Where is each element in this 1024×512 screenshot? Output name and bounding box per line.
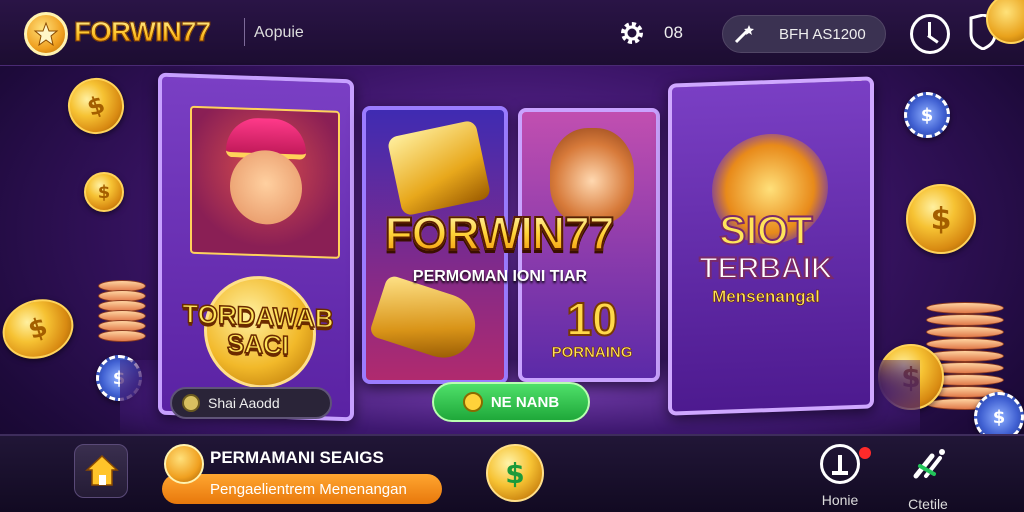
clock-icon[interactable] bbox=[910, 14, 950, 54]
secondary-action-label: Shai Aaodd bbox=[208, 395, 280, 411]
promo-title: PERMAMANI SEAIGS bbox=[210, 448, 384, 467]
hero-subtitle: PERMOMAN IONI TIAR bbox=[412, 268, 588, 285]
secondary-action-button[interactable]: Shai Aaodd bbox=[170, 387, 332, 419]
balance-pill[interactable]: BFH AS1200 bbox=[722, 15, 886, 53]
home-button[interactable] bbox=[74, 444, 128, 498]
card-4-title-line1: SIOT bbox=[718, 209, 813, 253]
bottom-nav: Pengaelientrem Menenangan PERMAMANI SEAI… bbox=[0, 434, 1024, 512]
gold-horn-decoration bbox=[368, 274, 484, 366]
hero-title: FORWIN77 bbox=[374, 206, 624, 260]
card-4-title-line2: TERBAIK bbox=[698, 251, 833, 286]
card-1-title: TORDAWAB SACI bbox=[170, 298, 346, 361]
promo-subtitle: Pengaelientrem Menenangan bbox=[210, 480, 407, 498]
promo-banner-button[interactable]: Pengaelientrem Menenangan bbox=[162, 474, 442, 504]
game-card-1[interactable]: TORDAWAB SACI bbox=[158, 72, 354, 422]
card-3-number: 10 bbox=[565, 292, 618, 346]
settings-count: 08 bbox=[664, 23, 683, 42]
divider bbox=[244, 18, 245, 46]
top-bar: FORWIN77 Aopuie 08 BFH AS1200 bbox=[0, 0, 1024, 66]
home-icon bbox=[85, 454, 119, 486]
magic-wand-icon bbox=[734, 25, 754, 44]
card-1-title-line1: TORDAWAB bbox=[182, 298, 335, 335]
logo-badge-icon[interactable] bbox=[24, 12, 68, 56]
coin-decoration: $ bbox=[906, 184, 976, 254]
brand-logo[interactable]: FORWIN77 bbox=[73, 16, 211, 48]
card-3-label: PORNAING bbox=[551, 344, 633, 362]
profile-icon bbox=[913, 449, 945, 479]
home-nav-icon bbox=[820, 444, 871, 484]
balance-value: BFH AS1200 bbox=[779, 26, 866, 43]
card-4-title-line3: Mensenangal bbox=[712, 287, 820, 307]
promo-badge-icon bbox=[164, 444, 204, 484]
coin-icon bbox=[462, 392, 483, 412]
nav-home-label: Honie bbox=[821, 492, 859, 508]
chip-stack-decoration bbox=[98, 280, 146, 350]
coin-decoration: $ bbox=[0, 290, 82, 368]
character-face bbox=[230, 149, 302, 226]
card-4-title: SIOT TERBAIK Mensenangal bbox=[686, 209, 846, 308]
gear-icon[interactable] bbox=[618, 19, 646, 47]
coin-decoration: $ bbox=[60, 70, 132, 142]
nav-item-home[interactable]: Honie bbox=[812, 444, 871, 510]
chip-decoration: $ bbox=[904, 92, 950, 138]
nav-profile-label: Ctetile bbox=[908, 496, 948, 512]
character-portrait bbox=[190, 105, 340, 259]
header-tab-label[interactable]: Aopuie bbox=[254, 24, 304, 42]
play-button-label: NE NANB bbox=[490, 393, 560, 411]
center-coin-button[interactable]: $ bbox=[486, 444, 544, 502]
play-button[interactable]: NE NANB bbox=[432, 382, 590, 422]
nav-item-profile[interactable]: Ctetile bbox=[896, 444, 960, 512]
treasure-chest-decoration bbox=[386, 119, 492, 217]
notification-badge bbox=[859, 447, 871, 459]
coin-decoration: $ bbox=[84, 172, 124, 212]
coin-icon bbox=[182, 394, 200, 412]
